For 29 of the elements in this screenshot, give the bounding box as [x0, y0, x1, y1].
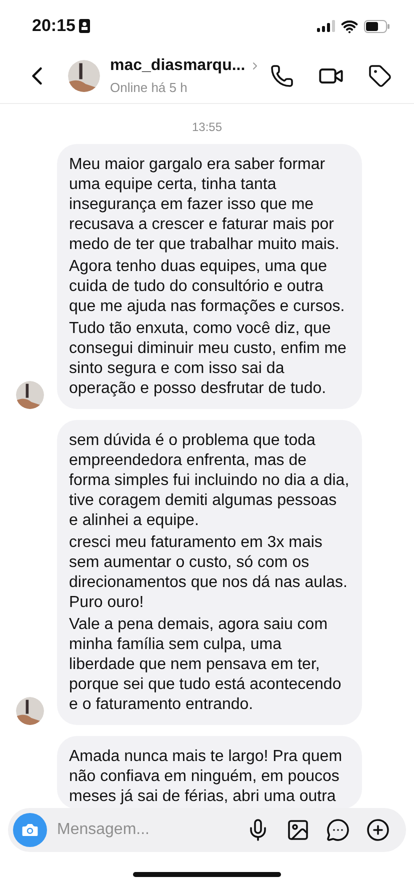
avatar	[68, 60, 100, 92]
phone-icon	[270, 64, 294, 88]
contact-card-icon	[79, 19, 90, 33]
chat-bubble-icon	[326, 818, 350, 842]
message-input[interactable]: Mensagem...	[57, 818, 246, 842]
add-button[interactable]	[366, 818, 390, 842]
sticker-button[interactable]	[326, 818, 350, 842]
message-text: Agora tenho duas equipes, uma que cuida de tudo do consultório e outra que me ajuda nas formações e cursos.	[69, 257, 346, 317]
message-text: Tudo tão enxuta, como você diz, que consegui diminuir meu custo, enfim me sinto segura e com isso sai da operação e posso desfrutar de tudo.	[69, 319, 348, 399]
call-button[interactable]	[270, 64, 294, 88]
contact-name[interactable]: mac_diasmarqu...	[110, 54, 246, 78]
online-status: Online há 5 h	[110, 78, 188, 97]
wifi-icon	[341, 18, 358, 34]
plus-icon	[366, 818, 390, 842]
signal-icon	[317, 20, 335, 32]
message-text: Vale a pena demais, agora saiu com minha família sem culpa, uma liberdade que nem pensava em ter, porque sei que tudo está acontecendo e o faturamento entrando.	[69, 615, 342, 715]
image-icon	[286, 818, 310, 842]
message-text: sem dúvida é o problema que toda empreendedora enfrenta, mas de forma simples fui incluindo no dia a dia, tive coragem demiti algumas pessoas e alinhei a equipe.	[69, 431, 350, 531]
message-composer[interactable]: Mensagem...	[8, 808, 406, 852]
status-time: 20:15	[31, 15, 76, 38]
battery-icon	[364, 20, 390, 32]
message-timestamp: 13:55	[192, 119, 222, 136]
gallery-button[interactable]	[286, 818, 310, 842]
message-text: Amada nunca mais te largo! Pra quem não confiava em ninguém, em poucos meses já sai de férias, abri uma outra	[69, 747, 344, 807]
tag-button[interactable]	[368, 64, 392, 88]
camera-button[interactable]	[13, 813, 47, 847]
message-text: cresci meu faturamento em 3x mais sem aumentar o custo, só com os direcionamentos que nos dá nas aulas. Puro ouro!	[69, 533, 348, 613]
tag-icon	[368, 64, 392, 88]
message-text: Meu maior gargalo era saber formar uma equipe certa, tinha tanta insegurança em fazer isso que me recusava a crescer e faturar mais por medo de ter que trabalhar muito mais.	[69, 155, 340, 255]
